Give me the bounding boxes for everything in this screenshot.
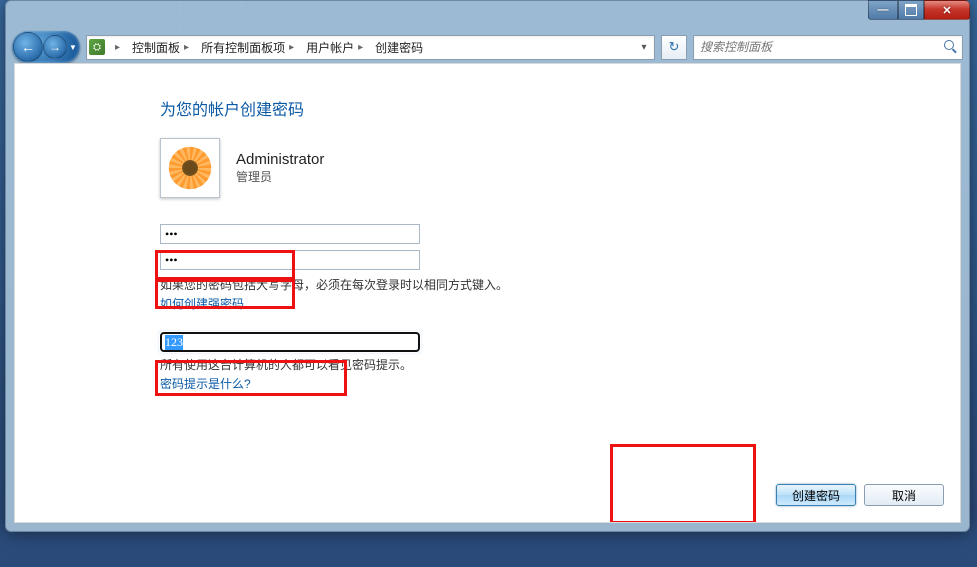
address-bar[interactable]: ⛭ ▸ 控制面板 ▸ 所有控制面板项 ▸ 用户帐户 ▸ 创建密码 ▾: [86, 35, 655, 60]
search-input[interactable]: [698, 39, 944, 56]
nav-buttons-cluster: ← → ▼: [12, 31, 80, 63]
maximize-icon: [905, 4, 917, 16]
breadcrumb-label: 用户帐户: [306, 39, 354, 56]
caption-buttons: — ✕: [868, 0, 970, 20]
arrow-right-icon: →: [49, 41, 61, 53]
breadcrumb-item-0[interactable]: 控制面板 ▸: [130, 39, 195, 56]
refresh-button[interactable]: ↻: [661, 35, 687, 60]
hint-help-link[interactable]: 密码提示是什么?: [160, 377, 251, 391]
user-role: 管理员: [236, 168, 324, 185]
avatar-flower-center: [182, 160, 198, 176]
back-button[interactable]: ←: [13, 32, 43, 62]
nav-history-dropdown[interactable]: ▼: [67, 37, 79, 57]
address-dropdown[interactable]: ▾: [636, 42, 652, 53]
forward-button[interactable]: →: [43, 35, 67, 59]
breadcrumb-item-2[interactable]: 用户帐户 ▸: [304, 39, 369, 56]
hint-visibility-note: 所有使用这台计算机的人都可以看见密码提示。: [160, 356, 900, 373]
breadcrumb-item-3[interactable]: 创建密码: [373, 39, 425, 56]
close-button[interactable]: ✕: [924, 0, 970, 20]
navigation-row: ← → ▼ ⛭ ▸ 控制面板 ▸ 所有控制面板项 ▸ 用户帐户 ▸ 创建密: [6, 31, 969, 63]
minimize-icon: —: [878, 4, 889, 16]
control-panel-icon: ⛭: [89, 39, 105, 55]
chevron-right-icon: ▸: [289, 42, 294, 53]
strong-password-link[interactable]: 如何创建强密码: [160, 297, 244, 311]
arrow-left-icon: ←: [21, 40, 35, 54]
cancel-button[interactable]: 取消: [864, 484, 944, 506]
refresh-icon: ↻: [669, 39, 680, 55]
page-title: 为您的帐户创建密码: [160, 96, 900, 120]
user-text: Administrator 管理员: [236, 151, 324, 185]
chevron-right-icon: ▸: [184, 42, 189, 53]
search-box[interactable]: [693, 35, 963, 60]
breadcrumb-label: 控制面板: [132, 39, 180, 56]
close-icon: ✕: [942, 4, 951, 17]
breadcrumb-label: 创建密码: [375, 39, 423, 56]
password-form: 如果您的密码包括大写字母，必须在每次登录时以相同方式键入。 如何创建强密码 所有…: [160, 224, 900, 392]
maximize-button[interactable]: [898, 0, 924, 20]
user-name: Administrator: [236, 151, 324, 168]
breadcrumb-sep-root[interactable]: ▸: [109, 42, 126, 53]
caps-note: 如果您的密码包括大写字母，必须在每次登录时以相同方式键入。: [160, 276, 900, 293]
explorer-window: — ✕ ← → ▼ ⛭ ▸ 控制面板 ▸: [5, 0, 970, 532]
user-summary: Administrator 管理员: [160, 138, 900, 198]
avatar: [160, 138, 220, 198]
dialog-button-row: 创建密码 取消: [776, 484, 944, 506]
new-password-field[interactable]: [160, 224, 420, 244]
chevron-right-icon: ▸: [358, 42, 363, 53]
breadcrumb-label: 所有控制面板项: [201, 39, 285, 56]
minimize-button[interactable]: —: [868, 0, 898, 20]
chevron-right-icon: ▸: [115, 42, 120, 53]
password-hint-field[interactable]: [160, 332, 420, 352]
window-titlebar[interactable]: — ✕: [6, 1, 969, 31]
content-pane: 为您的帐户创建密码 Administrator 管理员 如果您的密码包括大写字母…: [160, 96, 900, 502]
client-area: 为您的帐户创建密码 Administrator 管理员 如果您的密码包括大写字母…: [14, 63, 961, 523]
breadcrumb-item-1[interactable]: 所有控制面板项 ▸: [199, 39, 300, 56]
create-password-button[interactable]: 创建密码: [776, 484, 856, 506]
search-icon[interactable]: [944, 40, 958, 54]
confirm-password-field[interactable]: [160, 250, 420, 270]
